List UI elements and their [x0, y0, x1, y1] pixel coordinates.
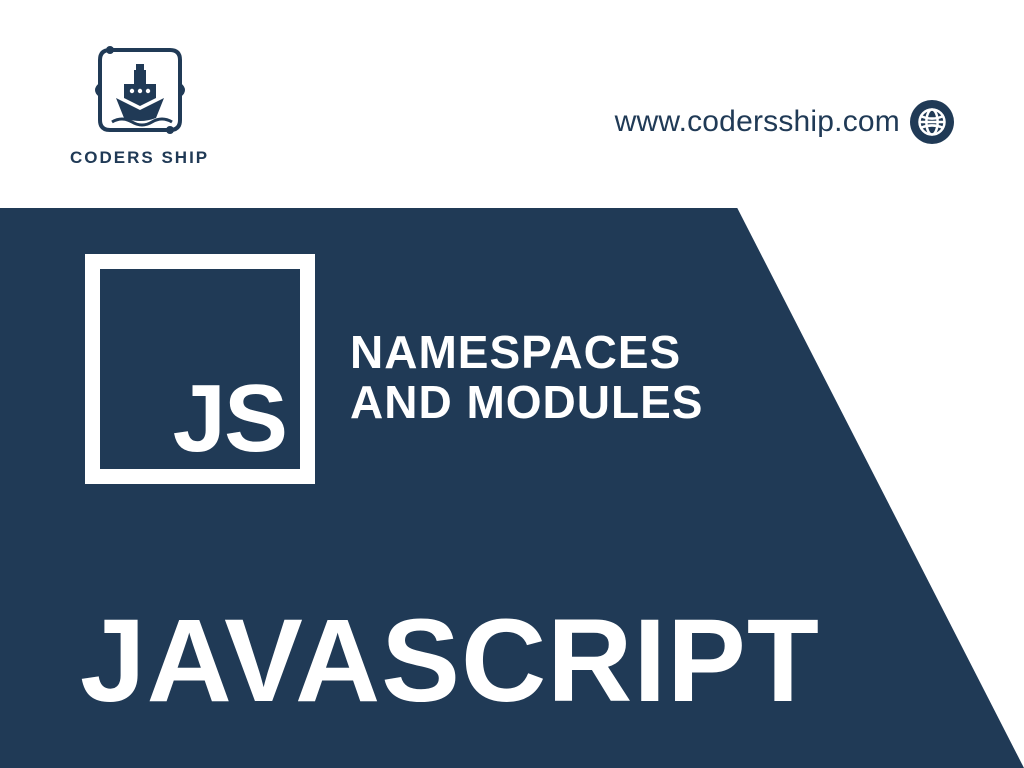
hero-subtitle: NAMESPACES AND MODULES [350, 328, 703, 427]
header-row: CODERS SHIP www.codersship.com [0, 40, 1024, 168]
hero-title: JAVASCRIPT [80, 602, 820, 720]
banner-root: CODERS SHIP www.codersship.com JS NAMESP… [0, 0, 1024, 768]
globe-icon [910, 100, 954, 144]
website-url: www.codersship.com [615, 100, 954, 144]
subtitle-line-1: NAMESPACES [350, 328, 703, 378]
js-badge: JS [85, 254, 315, 484]
brand-name-label: CODERS SHIP [70, 148, 209, 168]
hero-panel: JS NAMESPACES AND MODULES JAVASCRIPT [0, 208, 1024, 768]
subtitle-line-2: AND MODULES [350, 378, 703, 428]
ship-logo-icon [90, 40, 190, 140]
js-badge-text: JS [173, 371, 286, 467]
brand-logo: CODERS SHIP [70, 40, 209, 168]
url-text: www.codersship.com [615, 105, 900, 139]
